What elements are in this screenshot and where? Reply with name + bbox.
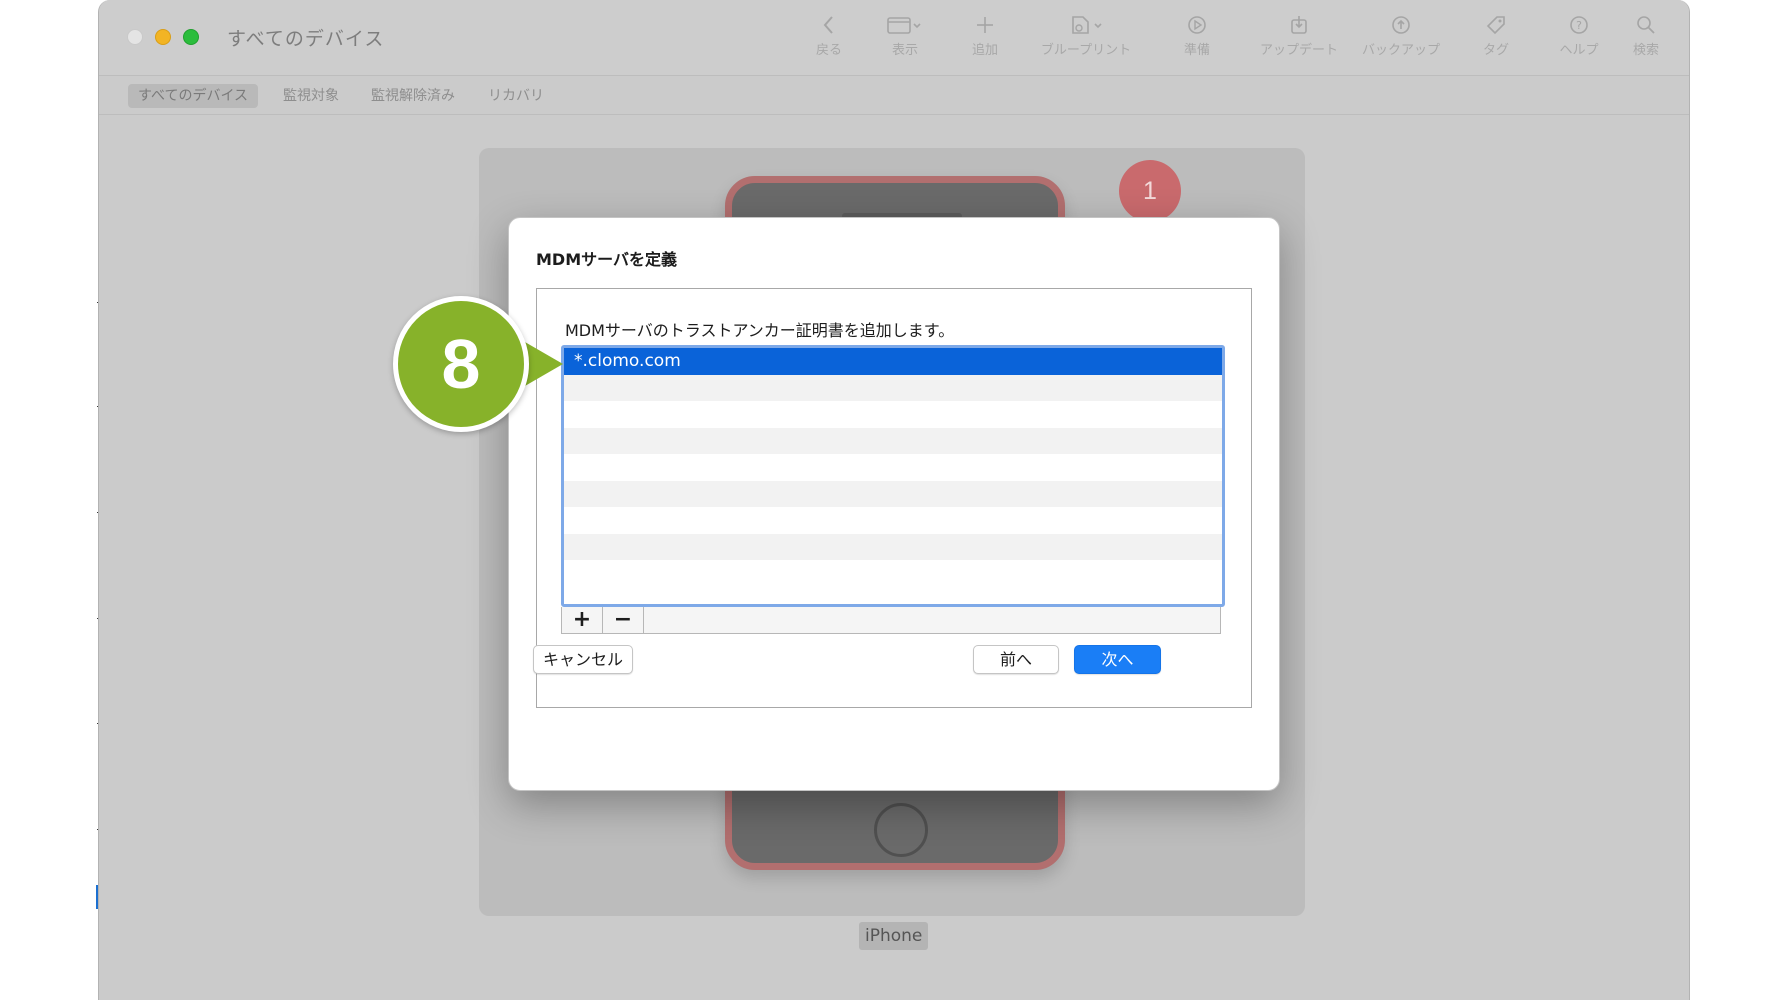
toolbar-label: 戻る — [815, 43, 842, 58]
scope-bar: すべてのデバイス 監視対象 監視解除済み リカバリ — [99, 77, 1689, 115]
back-button[interactable]: 前へ — [973, 645, 1059, 674]
close-window-icon[interactable] — [127, 29, 143, 45]
toolbar-search-button[interactable]: 検索 — [1621, 14, 1671, 60]
empty-row — [564, 374, 1222, 401]
remove-certificate-button[interactable]: − — [603, 607, 644, 633]
scope-all-devices[interactable]: すべてのデバイス — [128, 84, 259, 108]
define-mdm-server-dialog: MDMサーバを定義 MDMサーバのトラストアンカー証明書を追加します。 *.cl… — [508, 217, 1280, 791]
empty-row — [564, 507, 1222, 534]
scope-supervised[interactable]: 監視対象 — [273, 84, 349, 108]
toolbar-update-button[interactable]: アップデート — [1249, 14, 1349, 60]
blueprint-icon — [1031, 14, 1141, 42]
window-title: すべてのデバイス — [227, 28, 385, 50]
toolbar-label: バックアップ — [1361, 43, 1440, 58]
next-button[interactable]: 次へ — [1074, 645, 1161, 674]
toolbar-label: アップデート — [1259, 43, 1338, 58]
certificate-row[interactable]: *.clomo.com — [564, 348, 1222, 375]
empty-row — [564, 480, 1222, 507]
minimize-window-icon[interactable] — [155, 29, 171, 45]
tag-icon — [1471, 14, 1521, 42]
device-count-badge: 1 — [1119, 160, 1181, 222]
toolbar-add-button[interactable]: 追加 — [955, 14, 1015, 60]
view-icon — [875, 14, 935, 42]
toolbar-help-button[interactable]: ? ヘルプ — [1549, 14, 1609, 60]
toolbar-label: ヘルプ — [1559, 43, 1599, 58]
dialog-description: MDMサーバのトラストアンカー証明書を追加します。 — [565, 321, 955, 340]
prepare-icon — [1167, 14, 1227, 42]
toolbar-tag-button[interactable]: タグ — [1471, 14, 1521, 60]
svg-text:?: ? — [1576, 19, 1582, 32]
toolbar-label: 準備 — [1183, 43, 1210, 58]
home-button-icon — [874, 803, 928, 857]
titlebar: すべてのデバイス 戻る 表示 追加 ブループリント 準備 アップデート バックア… — [99, 0, 1689, 76]
add-certificate-button[interactable]: + — [562, 607, 603, 633]
list-button-bar: + − — [561, 607, 1221, 634]
toolbar-label: 追加 — [971, 43, 998, 58]
cancel-button[interactable]: キャンセル — [533, 645, 633, 674]
scope-unsupervised[interactable]: 監視解除済み — [361, 84, 465, 108]
search-icon — [1621, 14, 1671, 42]
backup-icon — [1351, 14, 1451, 42]
dialog-title: MDMサーバを定義 — [536, 250, 677, 269]
toolbar-label: タグ — [1482, 43, 1509, 58]
toolbar-label: 検索 — [1632, 43, 1659, 58]
toolbar-view-button[interactable]: 表示 — [875, 14, 935, 60]
empty-row — [564, 427, 1222, 454]
scope-recovery[interactable]: リカバリ — [478, 84, 554, 108]
toolbar-label: ブループリント — [1040, 43, 1132, 58]
update-icon — [1249, 14, 1349, 42]
step-number: 8 — [441, 325, 481, 403]
toolbar-prepare-button[interactable]: 準備 — [1167, 14, 1227, 60]
certificate-list[interactable]: *.clomo.com — [561, 345, 1225, 607]
toolbar-label: 表示 — [891, 43, 918, 58]
empty-row — [564, 401, 1222, 428]
plus-icon — [955, 14, 1015, 42]
step-annotation-badge: 8 — [393, 296, 529, 432]
empty-row — [564, 560, 1222, 587]
screenshot-stage: すべてのデバイス 戻る 表示 追加 ブループリント 準備 アップデート バックア… — [0, 0, 1778, 1000]
empty-row — [564, 533, 1222, 560]
toolbar-back-button[interactable]: 戻る — [799, 14, 859, 60]
chevron-left-icon — [799, 14, 859, 42]
device-name-label: iPhone — [859, 922, 929, 950]
toolbar-blueprint-button[interactable]: ブループリント — [1031, 14, 1141, 60]
toolbar-backup-button[interactable]: バックアップ — [1351, 14, 1451, 60]
help-icon: ? — [1549, 14, 1609, 42]
maximize-window-icon[interactable] — [183, 29, 199, 45]
empty-row — [564, 454, 1222, 481]
